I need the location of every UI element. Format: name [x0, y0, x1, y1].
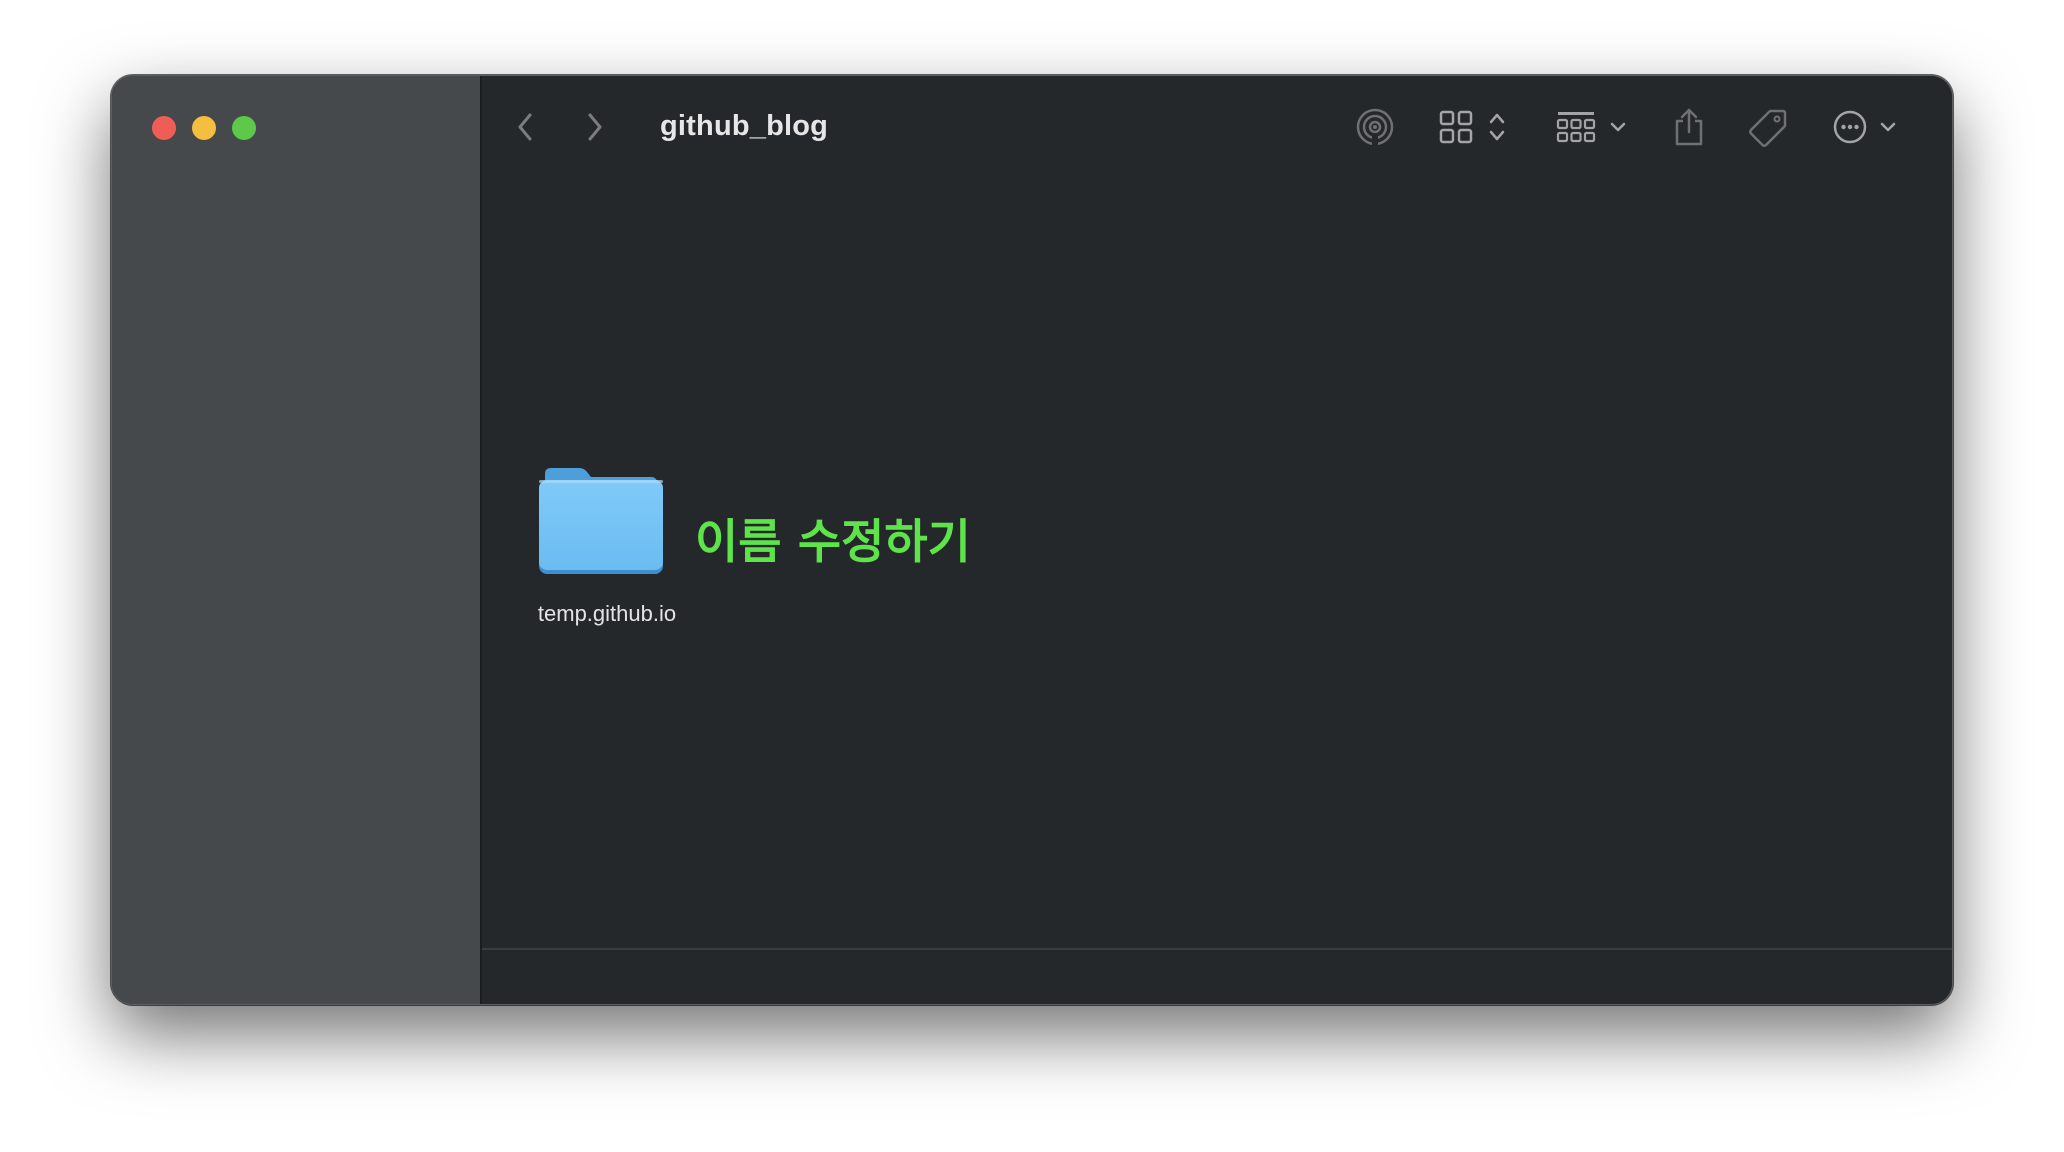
back-icon	[518, 113, 532, 141]
folder-icon	[539, 468, 663, 574]
share-icon	[1675, 108, 1703, 146]
sidebar	[112, 76, 482, 1004]
group-icon	[1556, 112, 1596, 143]
updown-chevron-icon	[1489, 113, 1505, 141]
airdrop-icon	[1356, 108, 1394, 147]
tag-icon	[1749, 109, 1787, 147]
window-title: github_blog	[660, 110, 829, 142]
icon-view-icon	[1439, 110, 1473, 144]
forward-icon	[588, 113, 602, 141]
forward-button[interactable]	[580, 104, 610, 150]
tag-button[interactable]	[1746, 104, 1790, 150]
more-actions-button[interactable]	[1829, 104, 1901, 150]
toolbar: github_blog	[482, 76, 1952, 176]
rename-annotation: 이름 수정하기	[695, 515, 971, 570]
group-button[interactable]	[1556, 104, 1628, 150]
folder-name[interactable]: temp.github.io	[517, 601, 697, 627]
view-mode-button[interactable]	[1438, 104, 1508, 150]
maximize-button[interactable]	[232, 116, 256, 140]
chevron-down-icon	[1610, 122, 1626, 132]
chevron-down-icon	[1880, 122, 1896, 132]
share-button[interactable]	[1669, 104, 1709, 150]
more-icon	[1833, 110, 1867, 144]
main-content: github_blog temp.github.io 이름 수정하기	[482, 76, 1952, 1004]
status-bar	[482, 948, 1952, 1004]
minimize-button[interactable]	[192, 116, 216, 140]
finder-window: github_blog temp.github.io 이름 수정하기	[111, 75, 1953, 1005]
back-button[interactable]	[510, 104, 540, 150]
close-button[interactable]	[152, 116, 176, 140]
airdrop-button[interactable]	[1354, 104, 1396, 150]
